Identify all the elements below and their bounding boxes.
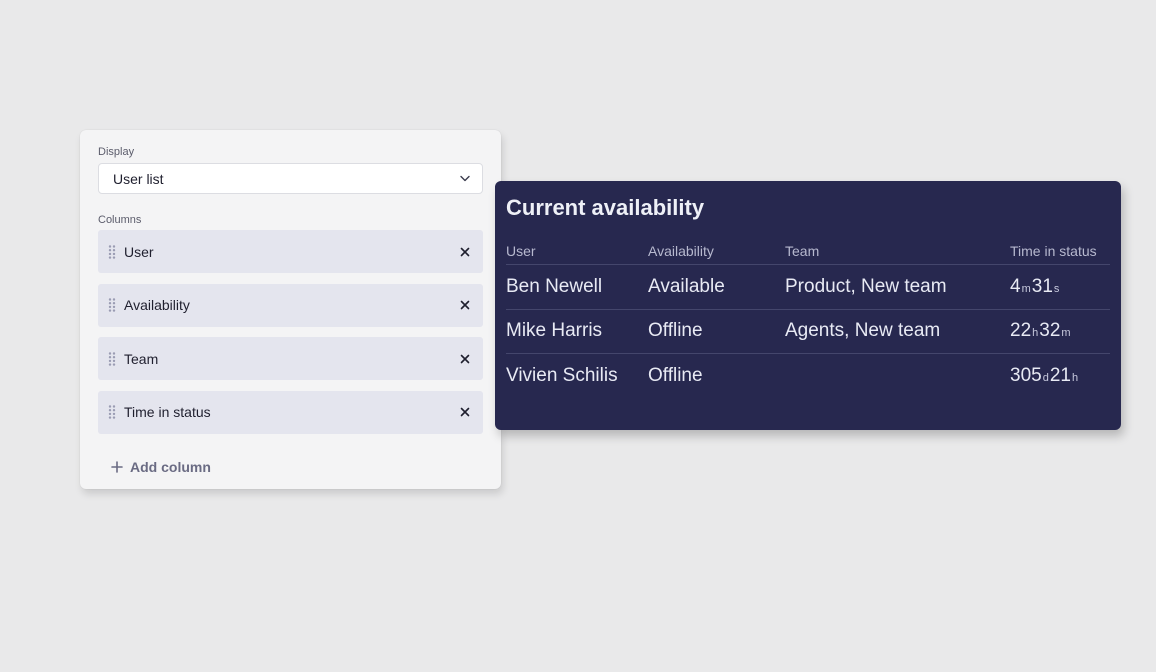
duration-unit: h — [1032, 327, 1039, 340]
column-item-time-in-status[interactable]: Time in status — [98, 390, 483, 434]
column-item-label: Team — [124, 350, 159, 367]
column-item-label: Availability — [124, 297, 190, 313]
cell-time-in-status: 22h32m — [1010, 320, 1072, 342]
column-item-label: Time in status — [124, 404, 211, 420]
table-row: Vivien Schilis Offline 305d21h — [506, 354, 1110, 399]
duration-unit: s — [1053, 282, 1060, 295]
columns-label: Columns — [98, 214, 142, 226]
header-team: Team — [785, 242, 820, 259]
duration-value: 4 — [1010, 275, 1021, 297]
cell-availability: Available — [648, 275, 725, 297]
plus-icon — [111, 461, 123, 473]
cell-user: Vivien Schilis — [506, 365, 618, 387]
add-column-label: Add column — [130, 459, 211, 475]
drag-handle-icon[interactable] — [107, 351, 117, 367]
duration-unit: d — [1042, 372, 1049, 385]
duration-unit: m — [1021, 282, 1031, 295]
add-column-button[interactable]: Add column — [111, 459, 211, 475]
cell-user: Mike Harris — [506, 320, 603, 342]
drag-handle-icon[interactable] — [107, 244, 117, 260]
drag-handle-icon[interactable] — [107, 297, 117, 313]
duration-value: 22 — [1010, 320, 1032, 342]
table-header-row: User Availability Team Time in status — [506, 237, 1110, 265]
cell-team: Product, New team — [785, 275, 947, 297]
cell-team: Agents, New team — [785, 320, 941, 342]
cell-user: Ben Newell — [506, 275, 603, 297]
column-list: User Availability Team Time in status — [98, 230, 483, 434]
close-icon[interactable] — [459, 246, 471, 258]
cell-availability: Offline — [648, 320, 703, 342]
cell-time-in-status: 305d21h — [1010, 365, 1079, 387]
drag-handle-icon[interactable] — [107, 404, 117, 420]
display-select-value: User list — [113, 170, 164, 187]
current-availability-card: Current availability User Availability T… — [495, 181, 1121, 430]
table-row: Ben Newell Available Product, New team 4… — [506, 265, 1110, 310]
duration-unit: h — [1071, 372, 1079, 385]
cell-time-in-status: 4m31s — [1010, 276, 1060, 298]
column-item-availability[interactable]: Availability — [98, 283, 483, 327]
duration-value: 32 — [1039, 320, 1061, 342]
header-availability: Availability — [648, 242, 714, 259]
cell-availability: Offline — [648, 365, 703, 387]
duration-value: 31 — [1031, 275, 1053, 297]
duration-value: 21 — [1049, 365, 1071, 387]
display-select[interactable]: User list — [98, 163, 483, 194]
close-icon[interactable] — [459, 353, 471, 365]
header-user: User — [506, 242, 536, 259]
duration-unit: m — [1061, 327, 1071, 340]
column-item-team[interactable]: Team — [98, 337, 483, 380]
column-item-label: User — [124, 243, 154, 260]
display-label: Display — [98, 146, 135, 158]
column-item-user[interactable]: User — [98, 230, 483, 273]
close-icon[interactable] — [459, 299, 471, 311]
availability-table: User Availability Team Time in status Be… — [506, 237, 1110, 399]
table-row: Mike Harris Offline Agents, New team 22h… — [506, 310, 1110, 354]
header-time-in-status: Time in status — [1010, 242, 1097, 259]
card-title: Current availability — [506, 195, 705, 220]
display-config-panel: Display User list Columns User Availabil… — [80, 130, 501, 489]
duration-value: 305 — [1010, 365, 1042, 387]
close-icon[interactable] — [459, 406, 471, 418]
chevron-down-icon — [460, 175, 470, 182]
